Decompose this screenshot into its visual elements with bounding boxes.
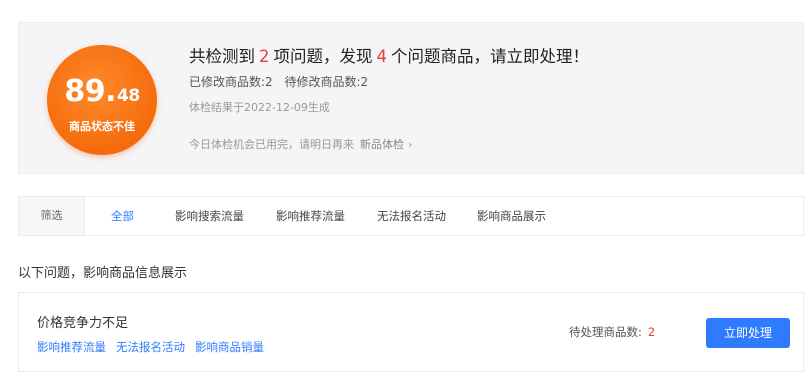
- score-value: 89.48: [47, 74, 157, 109]
- modified-count: 已修改商品数:2: [189, 75, 273, 89]
- score-integer: 89.: [64, 74, 116, 109]
- pending-modify-count: 待修改商品数:2: [284, 75, 369, 89]
- filter-label: 筛选: [19, 197, 85, 235]
- notice-text: 今日体检机会已用完，请明日再来: [189, 138, 354, 151]
- issue-title: 价格竞争力不足: [37, 316, 129, 331]
- tab-all[interactable]: 全部: [111, 197, 134, 235]
- pending-products: 待处理商品数: 2: [569, 324, 655, 340]
- tab-search-traffic[interactable]: 影响搜索流量: [175, 197, 244, 235]
- score-status-label: 商品状态不佳: [69, 120, 135, 133]
- issue-tags: 影响推荐流量 无法报名活动 影响商品销量: [37, 339, 274, 355]
- filter-tabs: 筛选 全部 影响搜索流量 影响推荐流量 无法报名活动 影响商品展示: [18, 196, 804, 236]
- health-check-summary-panel: 89.48 商品状态不佳 共检测到 2 项问题，发现 4 个问题商品，请立即处理！ 已修…: [18, 22, 804, 174]
- product-counts: 已修改商品数:2 待修改商品数:2: [189, 73, 368, 90]
- tab-activity-signup[interactable]: 无法报名活动: [377, 197, 446, 235]
- summary-suffix: 个问题商品，请立即处理！: [391, 47, 589, 66]
- summary-middle: 项问题，发现: [273, 47, 373, 66]
- issue-tag-recommend-traffic[interactable]: 影响推荐流量: [37, 340, 106, 354]
- tab-product-display[interactable]: 影响商品展示: [477, 197, 546, 235]
- chevron-right-icon: ›: [408, 138, 413, 151]
- section-title: 以下问题，影响商品信息展示: [18, 266, 188, 281]
- summary-headline: 共检测到 2 项问题，发现 4 个问题商品，请立即处理！: [189, 43, 589, 67]
- score-decimal: 48: [116, 86, 140, 106]
- check-notice: 今日体检机会已用完，请明日再来 新品体检 ›: [189, 136, 412, 152]
- pending-label: 待处理商品数:: [569, 325, 642, 339]
- tab-recommend-traffic[interactable]: 影响推荐流量: [276, 197, 345, 235]
- score-badge: 89.48 商品状态不佳: [47, 45, 157, 155]
- issue-card: 价格竞争力不足 影响推荐流量 无法报名活动 影响商品销量 待处理商品数: 2 立即处理: [18, 292, 804, 372]
- issue-tag-activity-signup[interactable]: 无法报名活动: [116, 340, 185, 354]
- issue-count: 2: [259, 47, 270, 66]
- issue-tag-product-sales[interactable]: 影响商品销量: [195, 340, 264, 354]
- handle-now-button[interactable]: 立即处理: [706, 318, 790, 348]
- product-count: 4: [376, 47, 388, 66]
- summary-prefix: 共检测到: [189, 47, 255, 66]
- generation-time: 体检结果于2022-12-09生成: [189, 101, 330, 114]
- pending-count: 2: [647, 325, 656, 339]
- new-product-check-link[interactable]: 新品体检: [360, 138, 404, 151]
